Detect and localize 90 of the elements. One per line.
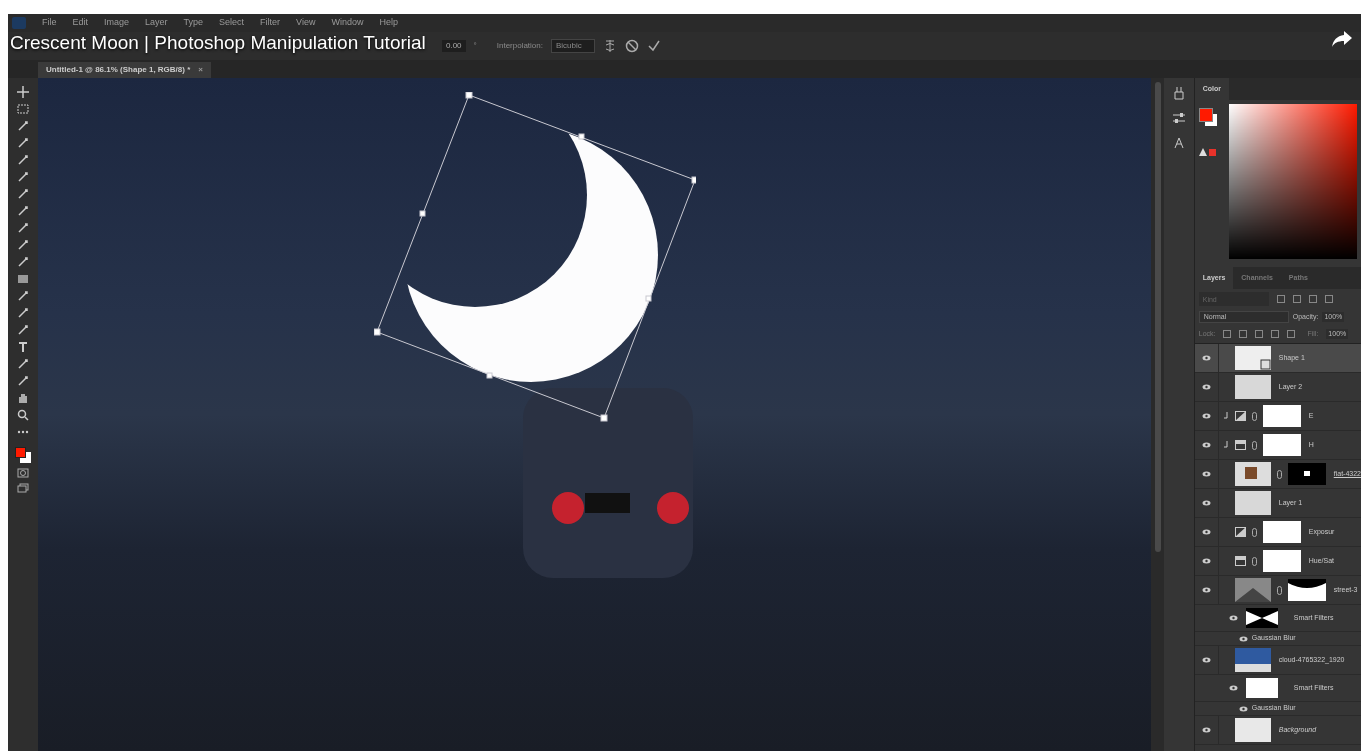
- visibility-eye-icon[interactable]: [1201, 558, 1211, 564]
- link-chain-icon: [1276, 469, 1282, 479]
- layer-thumbnail: [1234, 491, 1271, 515]
- sliders-icon[interactable]: [1171, 112, 1186, 124]
- foreground-color-swatch[interactable]: [14, 447, 26, 458]
- menu-item[interactable]: Help: [379, 16, 398, 30]
- layer-mask-thumbnail: [1262, 550, 1301, 572]
- lock-all-icon[interactable]: [1287, 330, 1296, 338]
- link-chain-icon: [1251, 527, 1257, 537]
- lock-pixels-icon[interactable]: [1223, 330, 1232, 338]
- glyphs-icon[interactable]: [1171, 136, 1186, 150]
- visibility-eye-icon[interactable]: [1201, 413, 1211, 419]
- filter-type-icon[interactable]: [1308, 295, 1317, 303]
- scrollbar[interactable]: [1154, 82, 1161, 552]
- layer-mask-thumbnail: [1262, 405, 1301, 427]
- layer-mask-thumbnail: [1287, 463, 1326, 485]
- menu-item[interactable]: Type: [183, 16, 204, 30]
- menu-item[interactable]: View: [296, 16, 316, 30]
- visibility-eye-icon[interactable]: [1238, 705, 1248, 712]
- menu-item[interactable]: Layer: [145, 16, 168, 30]
- layer-thumbnail: [1234, 578, 1271, 602]
- link-chain-icon: [1276, 585, 1282, 595]
- transform-bounding-box[interactable]: [373, 92, 696, 422]
- visibility-eye-icon[interactable]: [1201, 500, 1211, 506]
- smart-filter-mask-thumbnail: [1245, 678, 1278, 698]
- zoom-tool-icon[interactable]: [16, 409, 29, 421]
- commit-checkmark-icon[interactable]: [647, 39, 661, 53]
- visibility-eye-icon[interactable]: [1228, 685, 1238, 691]
- layer-thumbnail: [1234, 462, 1271, 486]
- filter-image-icon[interactable]: [1276, 295, 1285, 303]
- layer-thumbnail: [1234, 375, 1271, 399]
- foreground-color-swatch[interactable]: [1198, 108, 1213, 122]
- adjustment-layer-icon: [1234, 440, 1246, 450]
- menu-item[interactable]: Filter: [260, 16, 281, 30]
- visibility-eye-icon[interactable]: [1201, 471, 1211, 477]
- link-chain-icon: [1251, 411, 1257, 421]
- brush-presets-icon[interactable]: [1171, 86, 1186, 100]
- link-chain-icon: [1251, 556, 1257, 566]
- visibility-eye-icon[interactable]: [1238, 635, 1248, 642]
- layer-mask-thumbnail: [1262, 521, 1301, 543]
- angle-field[interactable]: 0.00: [441, 40, 466, 52]
- screen-mode-icon[interactable]: [16, 483, 29, 493]
- visibility-eye-icon[interactable]: [1201, 529, 1211, 535]
- move-tool-icon[interactable]: [16, 86, 29, 98]
- app-logo-icon: [12, 17, 26, 29]
- visibility-eye-icon[interactable]: [1201, 355, 1211, 361]
- visibility-eye-icon[interactable]: [1201, 727, 1211, 733]
- adjustment-layer-icon: [1234, 411, 1246, 421]
- visibility-eye-icon[interactable]: [1201, 442, 1211, 448]
- lock-artboard-icon[interactable]: [1271, 330, 1280, 338]
- filter-shape-icon[interactable]: [1324, 295, 1333, 303]
- degree-label: °: [473, 40, 477, 52]
- gamut-warning-icon: [1198, 148, 1207, 156]
- filter-adjust-icon[interactable]: [1292, 295, 1301, 303]
- marquee-tool-icon[interactable]: [16, 103, 29, 115]
- smart-filter-mask-thumbnail: [1245, 608, 1278, 628]
- gradient-tool-icon[interactable]: [16, 273, 29, 285]
- visibility-eye-icon[interactable]: [1201, 587, 1211, 593]
- visibility-eye-icon[interactable]: [1201, 657, 1211, 663]
- layer-thumbnail: [1234, 346, 1271, 370]
- adjustment-layer-icon: [1234, 527, 1246, 537]
- share-icon[interactable]: [1331, 30, 1353, 48]
- close-tab-button[interactable]: ×: [198, 64, 203, 76]
- lock-position-icon[interactable]: [1255, 330, 1264, 338]
- video-title: Crescent Moon | Photoshop Manipulation Tutorial: [10, 31, 426, 55]
- document-tab-title: Untitled-1 @ 86.1% (Shape 1, RGB/8) *: [46, 64, 191, 76]
- visibility-eye-icon[interactable]: [1201, 384, 1211, 390]
- layer-mask-thumbnail: [1287, 579, 1326, 601]
- menu-item[interactable]: Edit: [72, 16, 89, 30]
- menu-item[interactable]: Window: [331, 16, 364, 30]
- menu-item[interactable]: Select: [219, 16, 245, 30]
- visibility-eye-icon[interactable]: [1228, 615, 1238, 621]
- menu-item[interactable]: File: [42, 16, 57, 30]
- menu-item[interactable]: Image: [104, 16, 130, 30]
- adjustment-layer-icon: [1234, 556, 1246, 566]
- link-chain-icon: [1251, 440, 1257, 450]
- interpolation-label: Interpolation:: [496, 40, 543, 52]
- layer-mask-thumbnail: [1262, 434, 1301, 456]
- color-picker-field[interactable]: [1228, 104, 1357, 259]
- background-color-swatch[interactable]: [19, 452, 31, 463]
- warp-icon[interactable]: [603, 39, 617, 53]
- layer-thumbnail: [1234, 718, 1271, 742]
- interpolation-dropdown[interactable]: Bicubic: [551, 39, 595, 53]
- quick-mask-icon[interactable]: [16, 468, 29, 478]
- gamut-color-swatch[interactable]: [1208, 148, 1216, 156]
- type-tool-icon[interactable]: [16, 341, 29, 353]
- document-tab[interactable]: Untitled-1 @ 86.1% (Shape 1, RGB/8) * ×: [38, 62, 211, 78]
- cancel-icon[interactable]: [625, 39, 639, 53]
- layer-thumbnail: [1234, 648, 1271, 672]
- lock-paint-icon[interactable]: [1239, 330, 1248, 338]
